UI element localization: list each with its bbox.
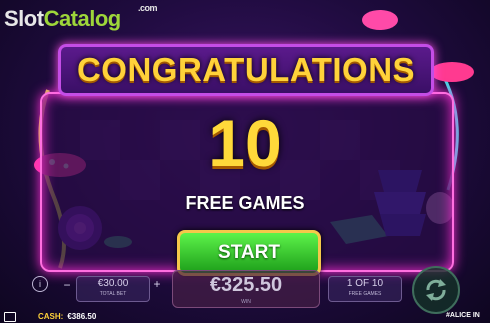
bet-label: TOTAL BET	[99, 291, 127, 297]
win-label: WIN	[241, 299, 251, 305]
free-games-counter-label: FREE GAMES	[348, 291, 382, 297]
free-games-count: 10	[208, 106, 282, 180]
title-banner: CONGRATULATIONS	[58, 44, 434, 96]
cash-value: €386.50	[67, 312, 97, 321]
watermark-part-com: .com	[138, 3, 158, 13]
menu-icon[interactable]	[4, 312, 16, 322]
cash-display: CASH: €386.50	[38, 312, 96, 321]
watermark-logo: SlotCatalog .com	[4, 3, 158, 32]
game-name: #ALICE IN	[446, 312, 480, 319]
spin-icon	[426, 279, 446, 301]
plus-icon[interactable]: +	[152, 277, 162, 291]
watermark-part-catalog: Catalog	[43, 6, 122, 31]
win-box: €325.50 WIN	[172, 270, 320, 308]
free-games-label: FREE GAMES	[185, 193, 305, 213]
win-value: €325.50	[209, 274, 283, 296]
watermark-part-slot: Slot	[4, 6, 44, 31]
bet-box: €30.00 TOTAL BET	[76, 276, 150, 302]
game-scene: SlotCatalog .com CONGRATULATIONS 10 FREE…	[0, 0, 490, 323]
info-icon[interactable]: i	[32, 276, 48, 292]
minus-icon[interactable]: −	[62, 278, 72, 292]
free-games-counter-box: 1 OF 10 FREE GAMES	[328, 276, 402, 302]
cash-label: CASH:	[38, 312, 64, 321]
free-games-counter-value: 1 OF 10	[346, 278, 384, 289]
bet-value: €30.00	[97, 278, 129, 289]
popup-title: CONGRATULATIONS	[76, 51, 416, 88]
spin-button[interactable]	[412, 266, 460, 314]
